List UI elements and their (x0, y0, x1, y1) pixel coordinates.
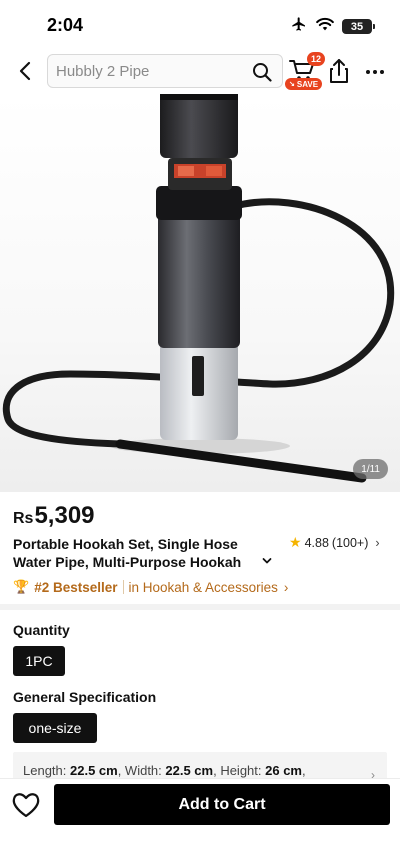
dim-width-value: 22.5 cm (165, 763, 214, 778)
more-icon-dot (366, 70, 370, 74)
cart-button[interactable]: 12 ↘ SAVE (285, 52, 327, 92)
add-to-cart-button[interactable]: Add to Cart (54, 784, 390, 825)
dim-length-label: Length: (23, 763, 70, 778)
save-arrow-icon: ↘ (289, 81, 295, 88)
spec-option-one-size[interactable]: one-size (13, 713, 97, 743)
section-divider (0, 604, 400, 610)
share-icon (330, 59, 348, 83)
product-rating[interactable]: ★ 4.88 (100+) › (289, 534, 380, 551)
search-input[interactable] (56, 55, 246, 87)
chevron-right-icon: › (283, 579, 289, 595)
rating-value: 4.88 (304, 535, 329, 550)
bottom-action-bar: Add to Cart (0, 778, 400, 865)
status-icons: 35 (290, 16, 375, 37)
save-label: SAVE (296, 79, 319, 89)
status-bar: 2:04 35 (0, 0, 400, 50)
dim-height-label: , Height: (213, 763, 266, 778)
wishlist-button[interactable] (10, 789, 44, 823)
wifi-icon (316, 17, 334, 36)
status-time: 2:04 (47, 15, 84, 35)
price-currency: Rs (13, 510, 34, 527)
search-icon[interactable] (252, 62, 272, 82)
bestseller-rank: #2 Bestseller (34, 579, 118, 595)
dimensions-text: Length: 22.5 cm, Width: 22.5 cm, Height:… (23, 763, 306, 778)
bestseller-separator (122, 580, 124, 594)
price-amount: 5,309 (34, 502, 95, 529)
airplane-icon (290, 16, 308, 37)
bestseller-banner[interactable]: 🏆 #2 Bestseller in Hookah & Accessories … (13, 577, 288, 597)
product-image (2, 94, 395, 483)
product-title-line-2: Water Pipe, Multi-Purpose Hookah (13, 554, 242, 570)
more-button[interactable] (362, 58, 388, 86)
search-box[interactable] (47, 54, 283, 88)
bestseller-category: in Hookah & Accessories (128, 579, 278, 595)
save-tag: ↘ SAVE (285, 78, 323, 90)
more-icon-dot (380, 70, 384, 74)
chevron-right-icon: › (375, 535, 380, 550)
product-price: Rs 5,309 (13, 502, 95, 530)
dim-width-label: , Width: (117, 763, 166, 778)
chevron-down-icon[interactable] (262, 556, 272, 566)
product-image-gallery[interactable]: 1/11 (0, 94, 400, 492)
image-counter: 1/11 (353, 459, 388, 479)
product-title-line-1: Portable Hookah Set, Single Hose (13, 536, 238, 552)
rating-count: (100+) (331, 535, 369, 550)
heart-icon (12, 793, 40, 818)
more-icon-dot (373, 70, 377, 74)
quantity-option-1pc[interactable]: 1PC (13, 646, 65, 676)
cart-count-badge: 12 (307, 52, 326, 66)
nav-bar: 12 ↘ SAVE (0, 50, 400, 94)
dim-trailing-comma: , (302, 763, 306, 778)
quantity-label: Quantity (13, 622, 70, 638)
back-arrow-icon (19, 61, 31, 81)
product-title[interactable]: Portable Hookah Set, Single Hose Water P… (13, 535, 275, 571)
back-button[interactable] (10, 56, 40, 86)
dim-length-value: 22.5 cm (70, 763, 118, 778)
star-icon: ★ (289, 534, 302, 550)
spec-label: General Specification (13, 689, 157, 705)
share-button[interactable] (328, 58, 354, 86)
dim-height-value: 26 cm (265, 763, 302, 778)
trophy-icon: 🏆 (13, 579, 30, 594)
battery-icon: 35 (342, 19, 375, 34)
